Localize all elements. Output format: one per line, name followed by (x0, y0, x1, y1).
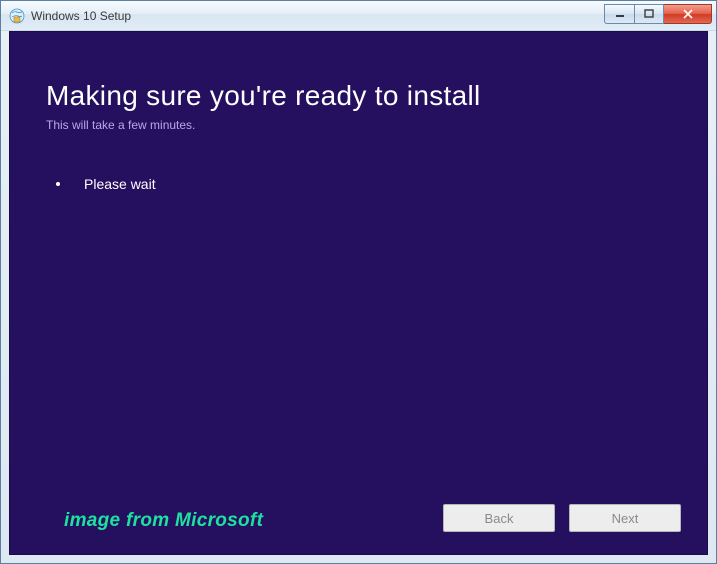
close-button[interactable] (664, 4, 712, 24)
titlebar[interactable]: Windows 10 Setup (1, 1, 716, 31)
minimize-button[interactable] (604, 4, 634, 24)
titlebar-left: Windows 10 Setup (9, 8, 131, 24)
client-area: Making sure you're ready to install This… (9, 31, 708, 555)
please-wait-line: Please wait (56, 176, 671, 192)
window-title: Windows 10 Setup (31, 9, 131, 23)
page-subheading: This will take a few minutes. (46, 118, 671, 132)
please-wait-text: Please wait (84, 176, 156, 192)
app-icon (9, 8, 25, 24)
window-controls (604, 4, 712, 24)
content: Making sure you're ready to install This… (10, 32, 707, 504)
body-area: Please wait (46, 176, 671, 192)
bullet-icon (56, 182, 60, 186)
maximize-button[interactable] (634, 4, 664, 24)
next-button[interactable]: Next (569, 504, 681, 532)
setup-window: Windows 10 Setup Making sure you're read… (0, 0, 717, 564)
back-button[interactable]: Back (443, 504, 555, 532)
watermark-text: image from Microsoft (64, 510, 263, 532)
page-heading: Making sure you're ready to install (46, 80, 671, 112)
